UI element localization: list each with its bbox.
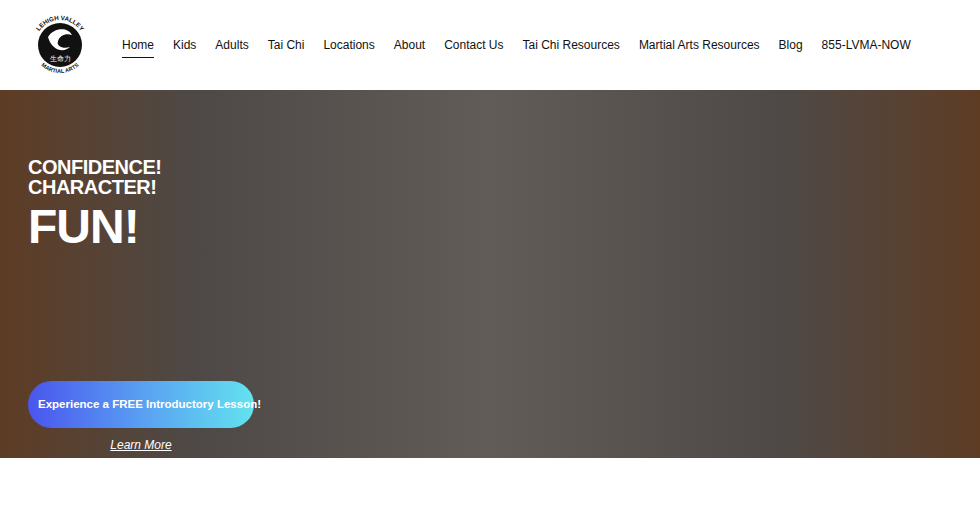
logo-bottom-text: MARTIAL ARTS (40, 62, 80, 75)
hero-tagline: CONFIDENCE! (28, 157, 980, 177)
nav-item[interactable]: 855-LVMA-NOW (822, 36, 911, 58)
hero-tagline: CHARACTER! (28, 177, 980, 197)
cta-group: Experience a FREE Introductory Lesson! Le… (28, 381, 254, 452)
page-body (0, 458, 980, 517)
nav-item[interactable]: Kids (173, 36, 196, 58)
nav-item[interactable]: About (394, 36, 425, 58)
main-nav: Home Kids Adults Tai Chi Locations About Conta… (122, 32, 911, 58)
site-header: LEHIGH VALLEY 生命力MARTIAL ARTS Home Kids Adul… (0, 0, 980, 90)
logo-icon[interactable]: LEHIGH VALLEY 生命力MARTIAL ARTS (30, 11, 90, 79)
nav-item[interactable]: Martial Arts Resources (639, 36, 760, 58)
nav-item[interactable]: Blog (779, 36, 803, 58)
logo-top-text: LEHIGH VALLEY (34, 14, 86, 33)
page: LEHIGH VALLEY 生命力MARTIAL ARTS Home Kids Adul… (0, 0, 980, 517)
hero-text: CONFIDENCE!CHARACTER! FUN! (28, 157, 980, 253)
cta-button[interactable]: Experience a FREE Introductory Lesson! (28, 381, 254, 428)
nav-item[interactable]: Home (122, 36, 154, 58)
logo-center-text: 生命力 (50, 55, 71, 62)
nav-item[interactable]: Adults (215, 36, 248, 58)
nav-item[interactable]: Locations (323, 36, 374, 58)
hero-banner: CONFIDENCE!CHARACTER! FUN! Experience a FR… (0, 90, 980, 458)
nav-item[interactable]: Tai Chi Resources (523, 36, 620, 58)
hero-headline: FUN! (28, 201, 980, 253)
learn-more-link[interactable]: Learn More (110, 438, 171, 452)
nav-item[interactable]: Tai Chi (268, 36, 305, 58)
nav-item[interactable]: Contact Us (444, 36, 503, 58)
